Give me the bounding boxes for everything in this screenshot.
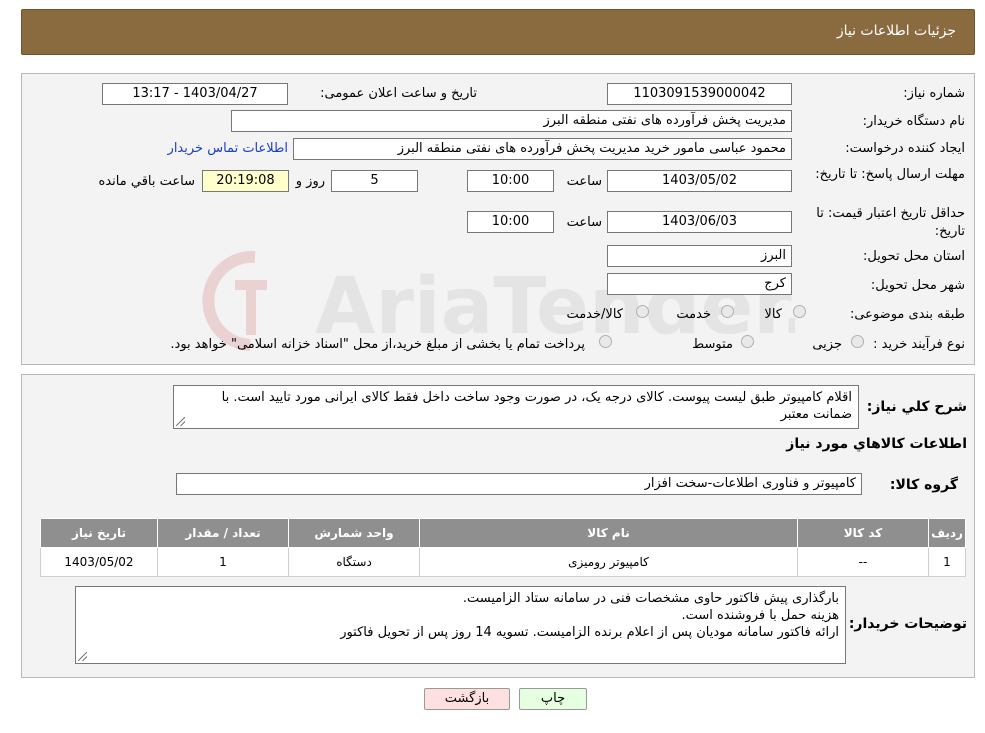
days-field: 5	[331, 170, 418, 192]
city-field: کرج	[607, 273, 792, 295]
category-radio-service[interactable]	[721, 305, 734, 318]
cell-date: 1403/05/02	[40, 547, 158, 577]
remaining-label: ساعت باقي مانده	[98, 174, 195, 189]
resize-grip-icon[interactable]	[176, 417, 185, 426]
deadline-date-field: 1403/05/02	[607, 170, 792, 192]
buyer-label: نام دستگاه خریدار:	[862, 114, 965, 129]
table-header-row: رديف کد کالا نام کالا واحد شمارش تعداد /…	[40, 518, 966, 548]
back-button[interactable]: بازگشت	[424, 688, 510, 710]
process-radio-minor[interactable]	[851, 335, 864, 348]
process-option-minor: جزیی	[812, 337, 842, 352]
process-radio-treasury[interactable]	[599, 335, 612, 348]
buyer-note-line: هزینه حمل با فروشنده است.	[681, 608, 839, 623]
category-option-goods: کالا	[764, 307, 782, 322]
col-row: رديف	[928, 518, 966, 548]
table-row: 1 -- کامپیوتر رومیزی دستگاه 1 1403/05/02	[40, 547, 966, 577]
remaining-time-field: 20:19:08	[202, 170, 289, 192]
category-option-goods-service: کالا/خدمت	[566, 307, 623, 322]
buyer-notes-textarea[interactable]: بارگذاری پیش فاکتور حاوی مشخصات فنی در س…	[75, 586, 846, 664]
cell-code: --	[797, 547, 929, 577]
need-number-field: 1103091539000042	[607, 83, 792, 105]
process-label: نوع فرآیند خرید :	[873, 337, 965, 352]
province-label: استان محل تحویل:	[863, 249, 965, 264]
col-unit: واحد شمارش	[288, 518, 420, 548]
buyer-note-line: بارگذاری پیش فاکتور حاوی مشخصات فنی در س…	[462, 591, 839, 606]
creator-label: ایجاد کننده درخواست:	[845, 141, 965, 156]
category-option-service: خدمت	[676, 307, 711, 322]
group-label: گروه کالا:	[889, 477, 958, 493]
deadline-time-label: ساعت	[566, 174, 602, 189]
deadline-time-field: 10:00	[467, 170, 554, 192]
buyer-field: مدیریت پخش فرآورده های نفتی منطقه البرز	[231, 110, 792, 132]
col-qty: تعداد / مقدار	[157, 518, 289, 548]
goods-table: رديف کد کالا نام کالا واحد شمارش تعداد /…	[40, 518, 966, 577]
province-field: البرز	[607, 245, 792, 267]
validity-time-label: ساعت	[566, 215, 602, 230]
cell-unit: دستگاه	[288, 547, 420, 577]
cell-name: کامپیوتر رومیزی	[419, 547, 798, 577]
deadline-label: مهلت ارسال پاسخ: تا تاریخ:	[815, 167, 965, 182]
cell-qty: 1	[157, 547, 289, 577]
page-title: جزئیات اطلاعات نیاز	[836, 23, 956, 39]
creator-field: محمود عباسی مامور خرید مدیریت پخش فرآورد…	[293, 138, 792, 160]
buyer-notes-label: توضيحات خريدار:	[848, 616, 967, 632]
group-field: کامپیوتر و فناوری اطلاعات-سخت افزار	[176, 473, 862, 495]
city-label: شهر محل تحویل:	[870, 278, 965, 293]
days-label: روز و	[295, 174, 325, 189]
announce-label: تاریخ و ساعت اعلان عمومی:	[320, 86, 477, 101]
print-button[interactable]: چاپ	[519, 688, 587, 710]
category-radio-goods-service[interactable]	[636, 305, 649, 318]
validity-time-field: 10:00	[467, 211, 554, 233]
resize-grip-icon[interactable]	[78, 652, 87, 661]
col-code: کد کالا	[797, 518, 929, 548]
summary-label: شرح کلي نياز:	[866, 399, 967, 415]
cell-row: 1	[928, 547, 966, 577]
category-label: طبقه بندی موضوعی:	[849, 307, 965, 322]
buyer-contact-link[interactable]: اطلاعات تماس خریدار	[168, 141, 288, 156]
validity-label: حداقل تاریخ اعتبار قیمت: تا تاریخ:	[816, 206, 965, 239]
col-name: نام کالا	[419, 518, 798, 548]
validity-date-field: 1403/06/03	[607, 211, 792, 233]
col-date: تاريخ نياز	[40, 518, 158, 548]
process-note: پرداخت تمام یا بخشی از مبلغ خرید،از محل …	[170, 337, 585, 352]
process-radio-medium[interactable]	[741, 335, 754, 348]
need-number-label: شماره نیاز:	[903, 86, 965, 101]
announce-field: 1403/04/27 - 13:17	[102, 83, 288, 105]
goods-heading: اطلاعات کالاهاي مورد نياز	[786, 436, 967, 452]
buyer-note-line: ارائه فاکتور سامانه مودیان پس از اعلام ب…	[340, 625, 839, 640]
summary-textarea[interactable]: اقلام کامپیوتر طبق لیست پیوست. کالای درج…	[173, 385, 859, 429]
summary-text: اقلام کامپیوتر طبق لیست پیوست. کالای درج…	[221, 390, 852, 422]
category-radio-goods[interactable]	[793, 305, 806, 318]
page-header: جزئیات اطلاعات نیاز	[21, 9, 975, 55]
process-option-medium: متوسط	[692, 337, 733, 352]
